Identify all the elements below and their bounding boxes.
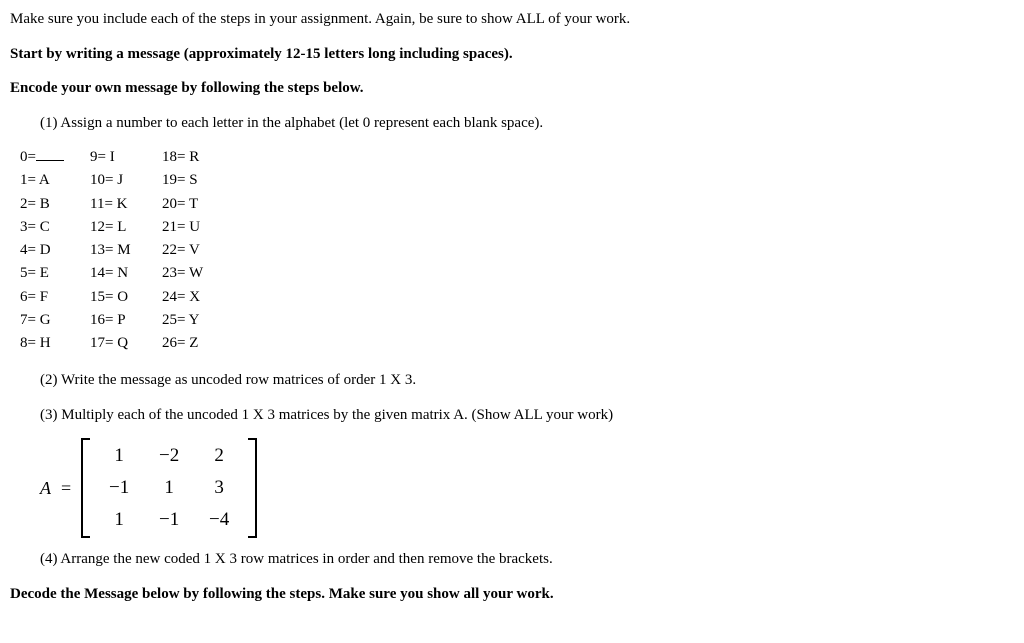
cell: 7= G [20,309,68,332]
cell: 22= V [162,239,212,262]
matrix-label: A [40,475,51,502]
cell: 18= R [162,146,212,169]
matrix-a: A = 1 −2 2 −1 1 3 1 −1 −4 [10,438,1014,538]
cell: 8= H [20,332,68,355]
cell: 25= Y [162,309,212,332]
cell: 3= C [20,216,68,239]
matrix-cell: 1 [114,442,124,471]
cell: 14= N [90,262,140,285]
cell: 19= S [162,169,212,192]
matrix-cell: −1 [159,506,179,535]
encode-instruction: Encode your own message by following the… [10,77,1014,100]
cell: 4= D [20,239,68,262]
matrix-cell: −4 [209,506,229,535]
cell: 20= T [162,193,212,216]
decode-instruction: Decode the Message below by following th… [10,583,1014,606]
cell: 11= K [90,193,140,216]
cell: 23= W [162,262,212,285]
cell: 0= [20,146,68,169]
cell: 21= U [162,216,212,239]
cell: 9= I [90,146,140,169]
cell: 1= A [20,169,68,192]
cell: 10= J [90,169,140,192]
cell: 12= L [90,216,140,239]
equals-sign: = [61,475,71,502]
cell: 13= M [90,239,140,262]
step-1: (1) Assign a number to each letter in th… [10,112,1014,135]
left-bracket-icon [81,438,90,538]
cell: 2= B [20,193,68,216]
matrix-cell: −1 [109,474,129,503]
cell: 26= Z [162,332,212,355]
step-4: (4) Arrange the new coded 1 X 3 row matr… [10,548,1014,571]
matrix-cell: 1 [164,474,174,503]
cell: 16= P [90,309,140,332]
matrix-cell: −2 [159,442,179,471]
matrix-cell: 3 [214,474,224,503]
intro-text: Make sure you include each of the steps … [10,8,1014,31]
cell: 24= X [162,286,212,309]
start-message-instruction: Start by writing a message (approximatel… [10,43,1014,66]
matrix-cell: 1 [114,506,124,535]
matrix-cell: 2 [214,442,224,471]
cell: 6= F [20,286,68,309]
alphabet-mapping: 0= 9= I 18= R 1= A 10= J 19= S 2= B 11= … [10,146,1014,355]
cell: 5= E [20,262,68,285]
right-bracket-icon [248,438,257,538]
cell: 17= Q [90,332,140,355]
step-3: (3) Multiply each of the uncoded 1 X 3 m… [10,404,1014,427]
step-2: (2) Write the message as uncoded row mat… [10,369,1014,392]
cell: 15= O [90,286,140,309]
